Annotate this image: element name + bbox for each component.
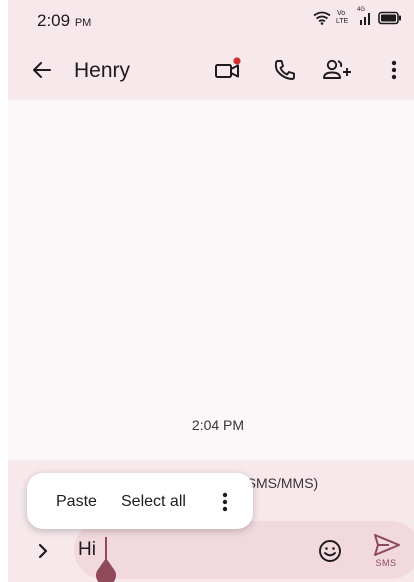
status-time: 2:09 PM xyxy=(37,11,91,31)
messaging-screen: 2:09 PM Vo LTE 4G Henry 2:04 PM (SMS/MMS… xyxy=(8,0,414,582)
phone-call-button[interactable] xyxy=(271,56,299,84)
lte-label: LTE xyxy=(336,18,349,25)
expand-attachments-button[interactable] xyxy=(32,540,54,562)
more-vert-icon xyxy=(222,492,228,512)
send-sms-button[interactable]: SMS xyxy=(369,532,403,572)
select-all-menu-item[interactable]: Select all xyxy=(121,493,186,511)
contact-name: Henry xyxy=(74,59,131,82)
signal-icon: 4G xyxy=(357,7,373,26)
status-time-value: 2:09 xyxy=(37,11,71,30)
video-call-button[interactable] xyxy=(214,56,242,84)
more-vert-icon xyxy=(391,60,397,80)
volte-lte-icon: Vo LTE xyxy=(336,10,352,26)
back-button[interactable] xyxy=(30,58,54,82)
volte-label: Vo xyxy=(337,10,346,17)
emoji-button[interactable] xyxy=(317,538,343,564)
status-time-ampm: PM xyxy=(74,17,92,29)
emoji-icon xyxy=(319,540,341,562)
sms-mms-hint: (SMS/MMS) xyxy=(242,475,319,491)
chevron-right-icon xyxy=(38,543,48,559)
message-timestamp: 2:04 PM xyxy=(191,417,245,433)
video-call-icon xyxy=(215,57,241,78)
phone-icon xyxy=(274,60,295,80)
wifi-icon xyxy=(313,11,331,25)
text-selection-handle[interactable] xyxy=(95,558,117,582)
conversation-area[interactable]: 2:04 PM xyxy=(8,100,414,460)
send-label: SMS xyxy=(375,558,397,568)
add-person-icon xyxy=(323,59,351,79)
back-arrow-icon xyxy=(33,62,51,78)
context-menu-more-button[interactable] xyxy=(220,491,230,513)
video-call-badge xyxy=(233,57,241,65)
message-input[interactable]: Hi xyxy=(78,539,96,561)
paste-menu-item[interactable]: Paste xyxy=(56,493,97,511)
battery-icon xyxy=(378,11,402,25)
selection-handle-icon xyxy=(96,558,116,582)
add-person-button[interactable] xyxy=(322,56,351,84)
app-bar: Henry xyxy=(8,38,414,100)
status-bar: 2:09 PM Vo LTE 4G xyxy=(8,0,414,38)
send-icon xyxy=(374,534,400,556)
text-context-menu: Paste Select all xyxy=(27,473,253,529)
more-options-button[interactable] xyxy=(382,56,406,84)
compose-field[interactable] xyxy=(74,521,414,579)
status-icons: Vo LTE 4G xyxy=(313,7,402,26)
